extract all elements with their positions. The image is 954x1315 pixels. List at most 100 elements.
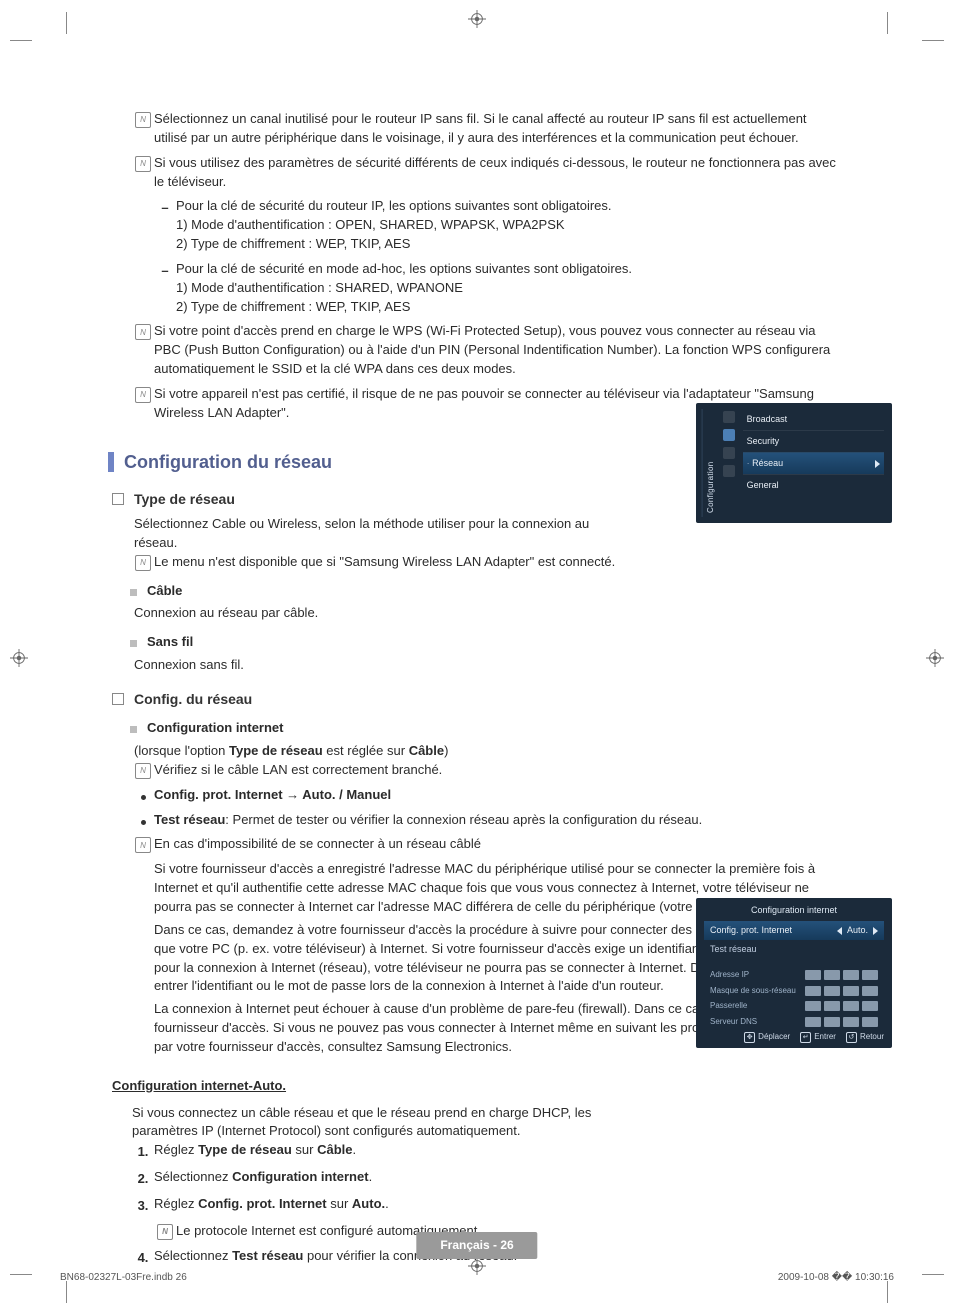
note-item: N Sélectionnez un canal inutilisé pour l… — [132, 110, 838, 148]
option-label: Test réseau — [710, 944, 757, 954]
note-item: N Si vous utilisez des paramètres de séc… — [132, 154, 838, 192]
field-label: Passerelle — [710, 1000, 747, 1012]
return-icon — [846, 1032, 857, 1043]
chevron-left-icon — [837, 927, 842, 935]
dash-icon: – — [161, 199, 168, 218]
note-icon: N — [157, 1224, 173, 1240]
value-boxes — [805, 1001, 878, 1011]
heading-bar-icon — [108, 452, 114, 472]
menu-list: Broadcast Security · Réseau General — [743, 409, 884, 517]
note-item: N Vérifiez si le câble LAN est correctem… — [132, 761, 838, 780]
footer-hint-enter: Entrer — [800, 1031, 836, 1043]
note-icon: N — [135, 837, 151, 853]
sub-subsection: Configuration internet — [132, 719, 838, 738]
menu-glyph-icon — [723, 429, 735, 441]
square-open-icon — [112, 693, 124, 705]
crop-mark — [887, 12, 888, 34]
footer-right-text: 2009-10-08 �� 10:30:16 — [778, 1271, 894, 1286]
paragraph: Sélectionnez Cable ou Wireless, selon la… — [134, 515, 632, 553]
field-label: Masque de sous-réseau — [710, 985, 796, 997]
menu-item: Security — [743, 430, 884, 452]
note-text: Si votre point d'accès prend en charge l… — [154, 322, 838, 379]
list-item: – Pour la clé de sécurité du routeur IP,… — [154, 197, 838, 254]
registration-mark-icon — [468, 10, 486, 28]
square-filled-icon — [130, 640, 137, 647]
list-text: 1) Mode d'authentification : SHARED, WPA… — [176, 279, 838, 298]
chevron-right-icon — [873, 927, 878, 935]
note-icon: N — [135, 324, 151, 340]
list-text: 1) Mode d'authentification : OPEN, SHARE… — [176, 216, 838, 235]
ip-field-row: Masque de sous-réseau — [704, 983, 884, 999]
note-icon: N — [135, 555, 151, 571]
note-icon: N — [135, 387, 151, 403]
step-text: Réglez Type de réseau sur Câble. — [154, 1141, 838, 1160]
registration-mark-icon — [468, 1257, 486, 1275]
value-boxes — [805, 970, 878, 980]
bullet-item: Test réseau: Permet de tester ou vérifie… — [132, 811, 838, 830]
step-number: 3. — [132, 1195, 154, 1216]
bullet-icon — [141, 820, 146, 825]
step-item: 3. Réglez Config. prot. Internet sur Aut… — [132, 1195, 838, 1216]
step-number: 4. — [132, 1247, 154, 1268]
crop-mark — [10, 40, 32, 41]
menu-glyph-icon — [723, 447, 735, 459]
paragraph: (lorsque l'option Type de réseau est rég… — [134, 742, 838, 761]
note-text: Sélectionnez un canal inutilisé pour le … — [154, 110, 838, 148]
step-item: 2. Sélectionnez Configuration internet. — [132, 1168, 838, 1189]
ip-field-row: Serveur DNS — [704, 1014, 884, 1030]
section-title: Configuration du réseau — [124, 449, 332, 475]
note-item: N Si votre point d'accès prend en charge… — [132, 322, 838, 379]
note-icon: N — [135, 156, 151, 172]
list-item: – Pour la clé de sécurité en mode ad-hoc… — [154, 260, 838, 317]
page-number-badge: Français - 26 — [416, 1232, 537, 1259]
subsection-title: Type de réseau — [134, 489, 235, 509]
menu-icons-column — [723, 409, 737, 517]
sub-subsection: Câble — [132, 582, 632, 601]
footer-left-text: BN68-02327L-03Fre.indb 26 — [60, 1271, 187, 1286]
subsection-heading-underlined: Configuration internet-Auto. — [112, 1077, 838, 1096]
option-value: Auto. — [847, 924, 868, 937]
tv-menu-screenshot: Configuration Broadcast Security · Résea… — [696, 403, 892, 523]
note-text: Vérifiez si le câble LAN est correctemen… — [154, 761, 838, 780]
subsection-title: Config. du réseau — [134, 689, 252, 709]
square-open-icon — [112, 493, 124, 505]
option-label: Config. prot. Internet — [710, 924, 792, 937]
subsection-heading: Config. du réseau — [132, 689, 838, 709]
crop-mark — [66, 12, 67, 34]
menu-item-selected: · Réseau — [743, 452, 884, 474]
ip-field-row: Passerelle — [704, 998, 884, 1014]
note-text: Le menu n'est disponible que si "Samsung… — [154, 553, 632, 572]
note-text: En cas d'impossibilité de se connecter à… — [154, 835, 838, 854]
step-text: Sélectionnez Configuration internet. — [154, 1168, 838, 1187]
paragraph: Connexion sans fil. — [134, 656, 632, 675]
menu-tab-label: Configuration — [702, 409, 717, 517]
menu-glyph-icon — [723, 411, 735, 423]
bullet-item: Config. prot. Internet → Auto. / Manuel — [132, 786, 838, 805]
list-text: 2) Type de chiffrement : WEP, TKIP, AES — [176, 235, 838, 254]
sub-subsection-title: Sans fil — [147, 633, 193, 652]
option-row: Test réseau — [704, 940, 884, 959]
chevron-right-icon — [875, 460, 880, 468]
list-text: 2) Type de chiffrement : WEP, TKIP, AES — [176, 298, 838, 317]
paragraph: Si vous connectez un câble réseau et que… — [132, 1104, 652, 1142]
bullet-text: Test réseau: Permet de tester ou vérifie… — [154, 811, 838, 830]
ip-fields: Adresse IP Masque de sous-réseau Passere… — [704, 967, 884, 1029]
crop-mark — [922, 1274, 944, 1275]
step-text: Réglez Config. prot. Internet sur Auto.. — [154, 1195, 838, 1214]
list-text: Pour la clé de sécurité en mode ad-hoc, … — [176, 260, 838, 279]
sub-subsection-title: Câble — [147, 582, 182, 601]
note-icon: N — [135, 112, 151, 128]
square-filled-icon — [130, 589, 137, 596]
menu-item: General — [743, 474, 884, 496]
crop-mark — [922, 40, 944, 41]
subsection-heading: Type de réseau — [132, 489, 632, 509]
bullet-icon — [141, 795, 146, 800]
registration-mark-icon — [926, 649, 944, 667]
value-boxes — [805, 986, 878, 996]
step-number: 1. — [132, 1141, 154, 1162]
move-icon — [744, 1032, 755, 1043]
list-text: Pour la clé de sécurité du routeur IP, l… — [176, 197, 838, 216]
sub-subsection-title: Configuration internet — [147, 719, 284, 738]
note-text: Si vous utilisez des paramètres de sécur… — [154, 154, 838, 192]
value-boxes — [805, 1017, 878, 1027]
